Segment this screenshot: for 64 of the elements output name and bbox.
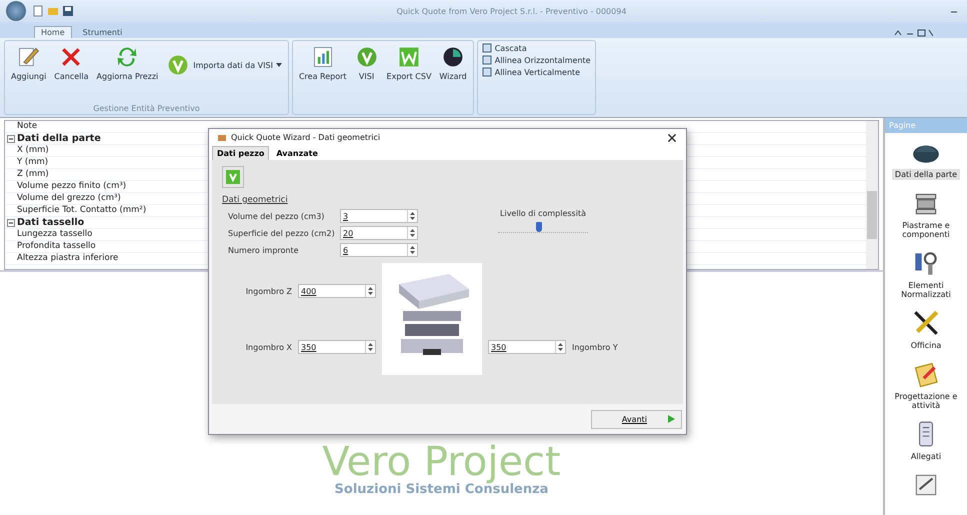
close-button[interactable] xyxy=(666,132,678,144)
spinner-arrows-icon[interactable] xyxy=(555,341,565,353)
number-field[interactable]: 20 xyxy=(340,226,418,240)
check-icon xyxy=(222,166,244,188)
ribbon-button[interactable]: Cascata xyxy=(482,43,591,53)
page-item[interactable]: Progettazione e attività xyxy=(887,355,965,415)
field-label: Ingombro Y xyxy=(572,342,619,352)
app-icon xyxy=(217,132,227,142)
panel-title: Pagine xyxy=(885,118,967,133)
dialog-title: Quick Quote Wizard - Dati geometrici xyxy=(231,133,382,142)
dialog-tab[interactable]: Avanzate xyxy=(271,146,323,160)
collapse-icon[interactable] xyxy=(7,218,15,226)
ribbon-tab[interactable]: Strumenti xyxy=(76,26,130,38)
field-label: Superficie del pezzo (cm2) xyxy=(228,228,336,238)
number-field[interactable]: 3 xyxy=(340,209,418,223)
field-label: Volume del pezzo (cm3) xyxy=(228,212,326,220)
ribbon-button[interactable]: Importa dati da VISI xyxy=(164,51,284,79)
field-label: Ingombro Z xyxy=(244,286,292,296)
slider-label: Livello di complessità xyxy=(500,209,586,218)
ribbon-button[interactable]: Aggiungi xyxy=(9,43,48,83)
page-item[interactable]: Officina xyxy=(887,304,965,355)
spinner-arrows-icon[interactable] xyxy=(365,285,375,297)
collapse-icon[interactable] xyxy=(7,134,15,142)
page-item[interactable]: Dati della parte xyxy=(887,133,965,184)
field-label: Ingombro X xyxy=(244,342,292,352)
number-field[interactable]: 350 xyxy=(298,340,376,354)
ribbon-button[interactable]: Export CSV xyxy=(384,43,434,83)
complexity-slider[interactable] xyxy=(498,222,588,233)
dialog-tab[interactable]: Dati pezzo xyxy=(212,146,270,160)
new-file-icon[interactable] xyxy=(32,5,44,17)
number-field[interactable]: 350 xyxy=(488,340,566,354)
ribbon-button[interactable]: Crea Report xyxy=(296,43,349,83)
refresh-icon xyxy=(115,45,140,69)
window-controls-icon[interactable] xyxy=(893,28,933,38)
number-field[interactable]: 400 xyxy=(298,284,376,298)
scrollbar[interactable] xyxy=(866,121,878,269)
page-item[interactable]: Piastrame e componenti xyxy=(887,184,965,244)
page-item[interactable]: Allegati xyxy=(887,415,965,466)
window-title: Quick Quote from Vero Project S.r.l. - Preventivo - 000094 xyxy=(396,6,628,16)
number-field[interactable]: 6 xyxy=(340,243,418,257)
ribbon-tab[interactable]: Home xyxy=(34,26,72,38)
ribbon-button[interactable]: Allinea Verticalmente xyxy=(482,67,591,77)
ribbon-button[interactable]: Cancella xyxy=(52,43,91,83)
field-label: Numero impronte xyxy=(228,246,300,254)
group-label: Gestione Entità Preventivo xyxy=(92,104,201,113)
page-item[interactable]: Elementi Normalizzati xyxy=(887,244,965,304)
app-menu-button[interactable] xyxy=(6,1,26,21)
ribbon-button[interactable]: Wizard xyxy=(437,43,469,83)
ribbon-button[interactable]: Allinea Orizzontalmente xyxy=(482,55,591,65)
caret-icon xyxy=(276,62,282,68)
ribbon-button[interactable]: Aggiorna Prezzi xyxy=(94,43,160,83)
spinner-arrows-icon[interactable] xyxy=(407,210,417,222)
slider-thumb[interactable] xyxy=(536,222,542,232)
logo-tagline: Soluzioni Sistemi Consulenza xyxy=(334,482,548,497)
spinner-arrows-icon[interactable] xyxy=(365,341,375,353)
arrow-right-icon xyxy=(667,415,675,423)
logo-text: Vero Project xyxy=(322,442,561,482)
save-icon[interactable] xyxy=(62,5,74,17)
edit-icon xyxy=(16,45,41,69)
section-title: Dati geometrici xyxy=(222,195,288,205)
ribbon-button[interactable]: VISI xyxy=(352,43,381,83)
next-button[interactable]: Avanti xyxy=(590,410,682,428)
spinner-arrows-icon[interactable] xyxy=(407,244,417,256)
spinner-arrows-icon[interactable] xyxy=(407,227,417,239)
